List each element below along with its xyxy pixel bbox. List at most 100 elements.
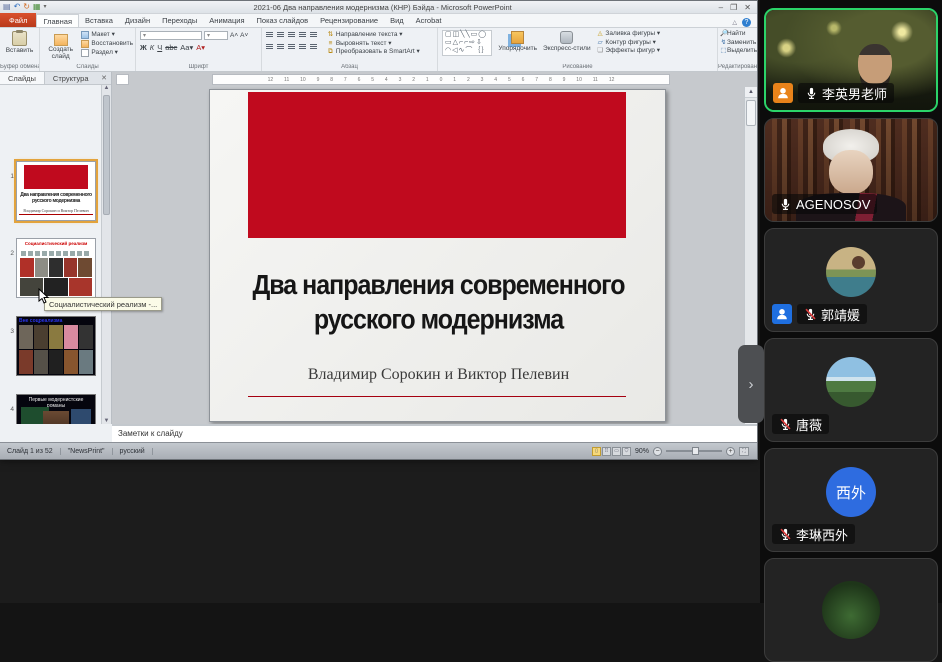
align-right-icon[interactable] (288, 43, 297, 51)
quick-styles-button[interactable]: Экспресс-стили (543, 30, 591, 52)
justify-icon[interactable] (299, 43, 308, 51)
language-indicator[interactable]: русский (113, 448, 153, 455)
text-direction-button[interactable]: ⇅ Направление текста ▾ (327, 31, 420, 40)
tab-slideshow[interactable]: Показ слайдов (251, 14, 315, 27)
shrink-font-icon[interactable]: A˅ (240, 32, 248, 39)
tab-insert[interactable]: Вставка (79, 14, 119, 27)
normal-view-icon[interactable]: ▯ (592, 447, 601, 456)
tab-transitions[interactable]: Переходы (156, 14, 203, 27)
layout-button[interactable]: Макет ▾ (81, 31, 133, 39)
maximize-button[interactable]: ❐ (730, 3, 737, 12)
align-text-button[interactable]: ≡ Выровнять текст ▾ (327, 40, 420, 49)
paste-button[interactable]: Вставить (0, 28, 39, 54)
minimize-button[interactable]: – (719, 3, 723, 12)
zoom-out-icon[interactable]: − (653, 447, 662, 456)
minimize-ribbon-icon[interactable]: △ (732, 19, 737, 26)
save-icon[interactable]: ▤ (3, 2, 11, 12)
align-left-icon[interactable] (266, 43, 275, 51)
undo-icon[interactable]: ↶ (14, 2, 21, 12)
quick-access-toolbar[interactable]: ▤ ↶ ↻ ▦ ▾ (0, 2, 47, 12)
close-button[interactable]: ✕ (744, 3, 751, 12)
scroll-up-icon[interactable]: ▲ (102, 85, 111, 91)
view-switcher[interactable]: ▯ ⠿ ▭ ⛉ (592, 447, 631, 456)
font-color-button[interactable]: А▾ (196, 43, 205, 52)
replace-icon: ↯ (720, 39, 727, 48)
shape-effects-button[interactable]: ❏ Эффекты фигур ▾ (597, 47, 661, 56)
slide-thumbnail-3[interactable]: Вне соцреализма (16, 316, 96, 376)
slide-thumbnail-2[interactable]: Социалистический реализм (16, 238, 96, 298)
tab-design[interactable]: Дизайн (119, 14, 156, 27)
tab-acrobat[interactable]: Acrobat (410, 14, 448, 27)
redo-icon[interactable]: ↻ (23, 2, 30, 12)
underline-button[interactable]: Ч (157, 43, 162, 52)
theme-name[interactable]: "NewsPrint" (61, 448, 113, 455)
participant-tile-5[interactable]: 西外 李琳西外 (764, 448, 938, 552)
replace-button[interactable]: ↯Заменить ▾ (720, 39, 757, 48)
section-button[interactable]: Раздел ▾ (81, 49, 133, 57)
tab-outline[interactable]: Структура (45, 72, 97, 84)
slide-subtitle[interactable]: Владимир Сорокин и Виктор Пелевин (240, 366, 637, 384)
participant-tile-1[interactable]: 李英男老师 (764, 8, 938, 112)
select-button[interactable]: ⬚Выделить ▾ (720, 47, 757, 56)
arrange-button[interactable]: Упорядочить (498, 30, 537, 52)
font-size-select[interactable]: ▾ (204, 31, 228, 40)
zoom-in-icon[interactable]: + (726, 447, 735, 456)
tab-slides-thumbnails[interactable]: Слайды (0, 72, 45, 84)
bullets-icon[interactable] (266, 31, 275, 39)
reset-button[interactable]: Восстановить (81, 40, 133, 48)
numbering-icon[interactable] (277, 31, 286, 39)
bold-button[interactable]: Ж (140, 43, 147, 52)
tab-file[interactable]: Файл (0, 13, 36, 27)
horizontal-ruler[interactable]: 12 11 10 9 8 7 6 5 4 3 2 1 0 1 2 3 4 5 6… (212, 74, 670, 85)
font-name-select[interactable]: ▾ (140, 31, 202, 40)
strikethrough-button[interactable]: abc (165, 43, 177, 52)
slide-title[interactable]: Два направления современного русского мо… (220, 268, 657, 337)
slide-thumbnail-1[interactable]: Два направления современного русского мо… (16, 161, 96, 221)
scrollbar-thumb[interactable] (103, 95, 110, 215)
participant-tile-4[interactable]: 唐薇 (764, 338, 938, 442)
tab-view[interactable]: Вид (384, 14, 410, 27)
fit-to-window-icon[interactable]: ⛶ (739, 447, 749, 456)
participant-avatar (822, 581, 880, 639)
shape-outline-button[interactable]: ▱ Контур фигуры ▾ (597, 39, 661, 48)
titlebar[interactable]: ▤ ↶ ↻ ▦ ▾ 2021-06 Два направления модерн… (0, 1, 757, 14)
shape-fill-button[interactable]: ◬ Заливка фигуры ▾ (597, 30, 661, 39)
slide-canvas[interactable]: Два направления современного русского мо… (112, 87, 744, 424)
italic-button[interactable]: К (150, 43, 154, 52)
indent-increase-icon[interactable] (299, 31, 308, 39)
new-slide-button[interactable]: Создать слайд (43, 31, 78, 60)
tab-review[interactable]: Рецензирование (314, 14, 384, 27)
slide-thumbnail-4[interactable]: Первые модернистские романы (16, 394, 96, 424)
participant-tile-6[interactable] (764, 558, 938, 662)
current-slide[interactable]: Два направления современного русского мо… (209, 89, 666, 422)
chart-icon[interactable]: ▦ (33, 2, 41, 12)
zoom-slider-knob[interactable] (692, 447, 699, 455)
sidebar-expand-handle[interactable]: › (738, 345, 764, 423)
scroll-up-icon[interactable]: ▲ (745, 87, 757, 98)
participant-tile-2[interactable]: AGENOSOV (764, 118, 938, 222)
zoom-level[interactable]: 90% (635, 448, 649, 455)
scrollbar-thumb[interactable] (746, 100, 756, 126)
line-spacing-icon[interactable] (310, 31, 319, 39)
slide-sorter-icon[interactable]: ⠿ (602, 447, 611, 456)
panel-scrollbar[interactable]: ▲ ▼ (101, 85, 111, 424)
indent-decrease-icon[interactable] (288, 31, 297, 39)
grow-font-icon[interactable]: A˄ (230, 32, 238, 39)
convert-smartart-button[interactable]: ⧉ Преобразовать в SmartArt ▾ (327, 48, 420, 57)
columns-icon[interactable] (310, 43, 319, 51)
reading-view-icon[interactable]: ▭ (612, 447, 621, 456)
scroll-down-icon[interactable]: ▼ (102, 418, 111, 424)
notes-pane[interactable]: Заметки к слайду (112, 424, 757, 442)
slide-red-banner[interactable] (248, 92, 626, 238)
tab-home[interactable]: Главная (36, 14, 79, 27)
find-button[interactable]: 🔎Найти (720, 30, 757, 39)
help-icon[interactable]: ? (742, 18, 751, 27)
panel-close-icon[interactable]: ✕ (101, 72, 111, 84)
align-center-icon[interactable] (277, 43, 286, 51)
zoom-slider[interactable] (666, 450, 722, 452)
participant-tile-3[interactable]: 郭靖媛 (764, 228, 938, 332)
shapes-gallery[interactable]: ▢◫╲╲▭◯ (445, 31, 489, 39)
slideshow-icon[interactable]: ⛉ (622, 447, 631, 456)
change-case-button[interactable]: Aa▾ (180, 43, 193, 52)
tab-animations[interactable]: Анимация (203, 14, 250, 27)
